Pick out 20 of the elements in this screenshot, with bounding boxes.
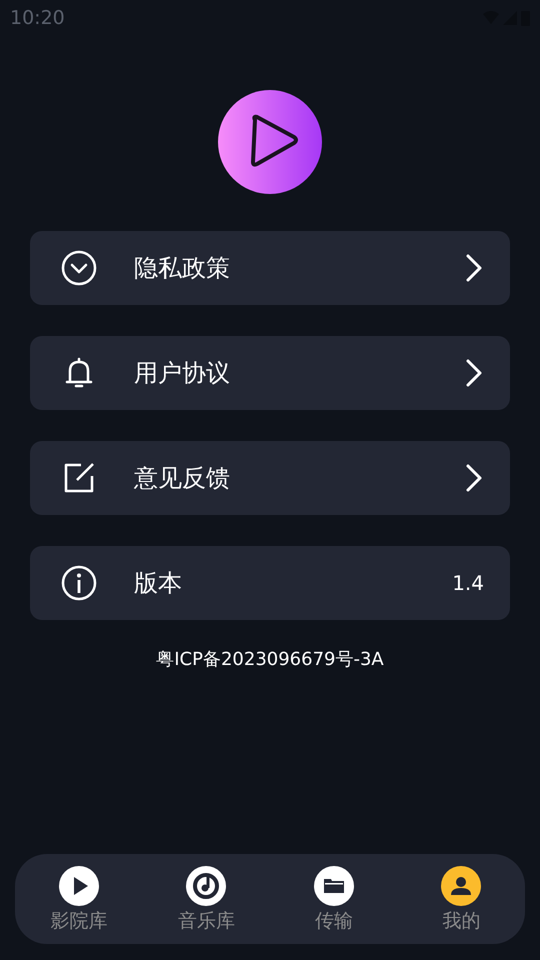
tab[interactable]: 音乐库 <box>142 854 270 944</box>
tab[interactable]: 影院库 <box>15 854 142 944</box>
play-icon <box>58 866 99 906</box>
status-time: 10:20 <box>10 7 65 29</box>
tab[interactable]: 传输 <box>270 854 398 944</box>
folder-icon <box>314 866 354 906</box>
info-icon <box>61 565 97 601</box>
chevron-right-icon <box>464 463 484 493</box>
menu-item[interactable]: 用户协议 <box>30 336 510 410</box>
icp-text: 粤ICP备2023096679号-3A <box>155 648 385 671</box>
music-disc-icon <box>186 866 226 906</box>
version-number: 1.4 <box>452 571 484 595</box>
menu-item[interactable]: 意见反馈 <box>30 441 510 515</box>
tab[interactable]: 我的 <box>398 854 525 944</box>
person-icon <box>441 866 482 906</box>
chevron-right-icon <box>464 358 484 388</box>
menu-item[interactable]: 版本 1.4 <box>30 546 510 620</box>
menu-item[interactable]: 隐私政策 <box>30 231 510 305</box>
chevron-right-icon <box>464 253 484 283</box>
check-circle-icon <box>61 250 97 286</box>
